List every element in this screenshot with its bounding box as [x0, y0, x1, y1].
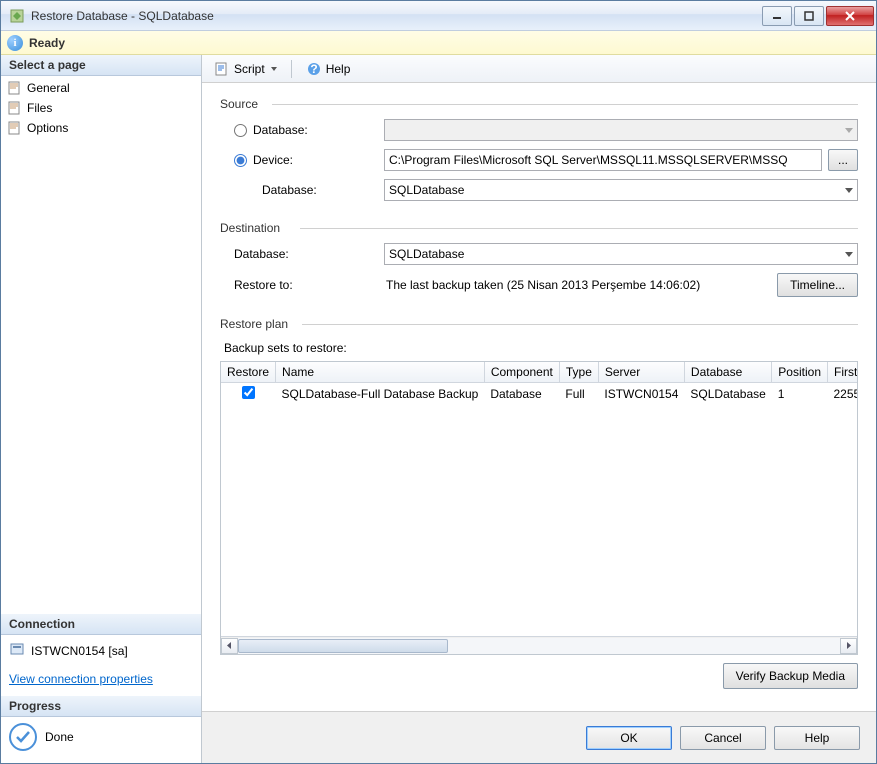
page-icon — [7, 100, 23, 116]
left-panel: Select a page General Files Options Conn… — [1, 55, 202, 763]
help-icon: ? — [306, 61, 322, 77]
col-database[interactable]: Database — [684, 362, 771, 383]
browse-device-button[interactable]: ... — [828, 149, 858, 171]
scroll-right-arrow[interactable] — [840, 638, 857, 654]
cell-position: 1 — [772, 383, 828, 406]
titlebar[interactable]: Restore Database - SQLDatabase — [1, 1, 876, 31]
horizontal-scrollbar[interactable] — [221, 636, 857, 654]
window-frame: Restore Database - SQLDatabase i Ready S… — [0, 0, 877, 764]
cell-server: ISTWCN0154 — [598, 383, 684, 406]
col-position[interactable]: Position — [772, 362, 828, 383]
source-database-combo — [384, 119, 858, 141]
chevron-down-icon — [271, 67, 277, 71]
toolbar: Script ? Help — [202, 55, 876, 83]
restore-to-value: The last backup taken (25 Nisan 2013 Per… — [384, 278, 771, 292]
restore-to-label: Restore to: — [234, 278, 293, 292]
progress-header: Progress — [1, 696, 201, 717]
close-button[interactable] — [826, 6, 874, 26]
window-title: Restore Database - SQLDatabase — [31, 9, 760, 23]
restore-plan-legend: Restore plan — [220, 317, 294, 331]
verify-backup-button[interactable]: Verify Backup Media — [723, 663, 858, 689]
minimize-button[interactable] — [762, 6, 792, 26]
col-first[interactable]: First — [828, 362, 858, 383]
help-label: Help — [326, 62, 351, 76]
col-component[interactable]: Component — [484, 362, 559, 383]
dest-db-combo[interactable]: SQLDatabase — [384, 243, 858, 265]
col-name[interactable]: Name — [276, 362, 485, 383]
page-icon — [7, 80, 23, 96]
page-label: General — [27, 81, 70, 95]
status-bar: i Ready — [1, 31, 876, 55]
timeline-button[interactable]: Timeline... — [777, 273, 858, 297]
source-database-radio[interactable] — [234, 124, 247, 137]
cell-database: SQLDatabase — [684, 383, 771, 406]
cell-type: Full — [559, 383, 598, 406]
select-page-header: Select a page — [1, 55, 201, 76]
connection-text: ISTWCN0154 [sa] — [31, 644, 128, 658]
destination-legend: Destination — [220, 221, 286, 235]
col-restore[interactable]: Restore — [221, 362, 276, 383]
source-group: Source Database: Device: C:\Program File… — [220, 97, 858, 209]
col-type[interactable]: Type — [559, 362, 598, 383]
device-path-textbox[interactable]: C:\Program Files\Microsoft SQL Server\MS… — [384, 149, 822, 171]
page-item-options[interactable]: Options — [1, 118, 201, 138]
source-device-radio[interactable] — [234, 154, 247, 167]
cell-first: 2255 — [828, 383, 858, 406]
view-connection-link[interactable]: View connection properties — [1, 666, 201, 696]
source-db-combo[interactable]: SQLDatabase — [384, 179, 858, 201]
separator — [291, 60, 292, 78]
help-dialog-button[interactable]: Help — [774, 726, 860, 750]
cell-component: Database — [484, 383, 559, 406]
help-button[interactable]: ? Help — [300, 59, 357, 79]
svg-text:?: ? — [310, 62, 317, 76]
dest-db-label: Database: — [234, 247, 289, 261]
backup-sets-grid: Restore Name Component Type Server Datab… — [220, 361, 858, 655]
info-icon: i — [7, 35, 23, 51]
source-device-label: Device: — [253, 153, 293, 167]
script-label: Script — [234, 62, 265, 76]
scroll-left-arrow[interactable] — [221, 638, 238, 654]
chevron-down-icon — [845, 128, 853, 133]
page-item-files[interactable]: Files — [1, 98, 201, 118]
source-database-label: Database: — [253, 123, 308, 137]
restore-checkbox[interactable] — [242, 386, 255, 399]
app-icon — [9, 8, 25, 24]
scrollbar-thumb[interactable] — [238, 639, 448, 653]
connection-header: Connection — [1, 614, 201, 635]
dialog-footer: OK Cancel Help — [202, 711, 876, 763]
page-label: Options — [27, 121, 68, 135]
destination-group: Destination Database: SQLDatabase Restor… — [220, 221, 858, 305]
source-db-label: Database: — [262, 183, 317, 197]
chevron-down-icon — [845, 252, 853, 257]
cell-name: SQLDatabase-Full Database Backup — [276, 383, 485, 406]
page-label: Files — [27, 101, 52, 115]
script-button[interactable]: Script — [208, 59, 283, 79]
script-icon — [214, 61, 230, 77]
cancel-button[interactable]: Cancel — [680, 726, 766, 750]
maximize-button[interactable] — [794, 6, 824, 26]
chevron-down-icon — [845, 188, 853, 193]
done-icon — [9, 723, 37, 751]
progress-text: Done — [45, 730, 74, 744]
col-server[interactable]: Server — [598, 362, 684, 383]
ok-button[interactable]: OK — [586, 726, 672, 750]
status-text: Ready — [29, 36, 65, 50]
right-panel: Script ? Help Source Database: — [202, 55, 876, 763]
page-item-general[interactable]: General — [1, 78, 201, 98]
server-icon — [9, 641, 25, 660]
table-row[interactable]: SQLDatabase-Full Database Backup Databas… — [221, 383, 857, 406]
source-legend: Source — [220, 97, 264, 111]
page-icon — [7, 120, 23, 136]
restore-plan-group: Restore plan Backup sets to restore: Res… — [220, 317, 858, 689]
backup-sets-label: Backup sets to restore: — [224, 341, 858, 355]
